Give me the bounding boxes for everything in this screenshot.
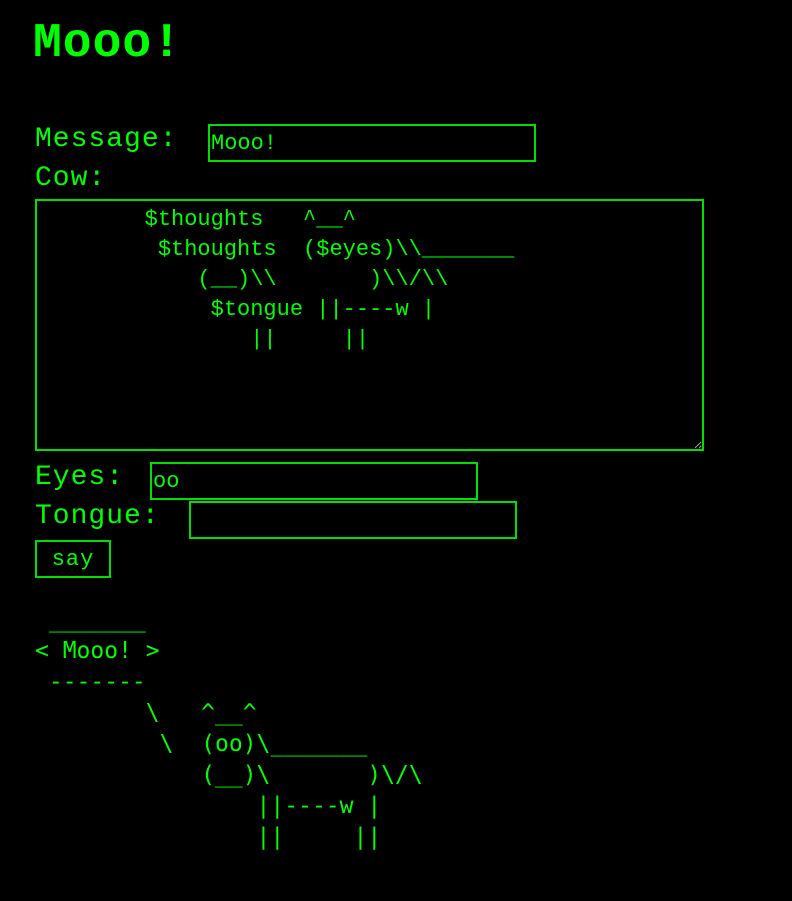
tongue-input[interactable] bbox=[189, 501, 517, 539]
tongue-label: Tongue: bbox=[35, 501, 160, 532]
message-label: Message: bbox=[35, 124, 178, 155]
eyes-input[interactable] bbox=[150, 462, 478, 500]
cow-label: Cow: bbox=[35, 163, 107, 194]
say-button[interactable]: say bbox=[35, 540, 111, 578]
cowsay-output: _______ < Mooo! > ------- \ ^__^ \ (oo)\… bbox=[35, 607, 423, 850]
page-title: Mooo! bbox=[33, 17, 183, 71]
cow-textarea[interactable] bbox=[35, 199, 704, 451]
message-input[interactable] bbox=[208, 124, 536, 162]
eyes-label: Eyes: bbox=[35, 462, 125, 493]
